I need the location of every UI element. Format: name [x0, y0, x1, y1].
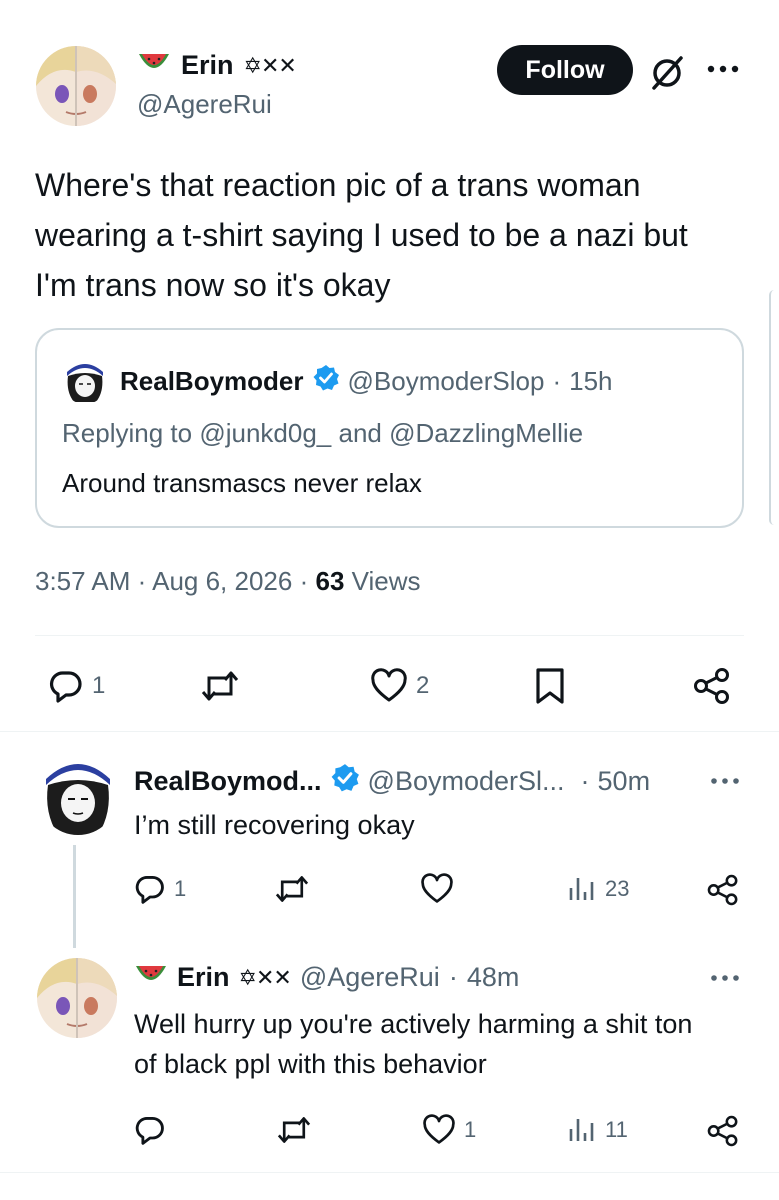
- like-button[interactable]: 2: [370, 668, 429, 704]
- more-icon[interactable]: [710, 774, 740, 792]
- like-button[interactable]: 1: [422, 1114, 476, 1146]
- verified-badge-icon: [330, 763, 360, 800]
- tweet-text-line: Where's that reaction pic of a trans wom…: [35, 167, 641, 203]
- views-icon: [567, 1115, 597, 1145]
- replying-to-user[interactable]: @junkd0g_: [199, 418, 331, 448]
- quote-handle[interactable]: @BoymoderSlop: [348, 366, 545, 397]
- views-count: 23: [605, 876, 630, 901]
- share-button[interactable]: [706, 873, 740, 907]
- author-flair: ✡︎✕✕: [238, 964, 292, 990]
- scrollbar[interactable]: [769, 290, 779, 525]
- reply-text-line: of black ppl with this behavior: [134, 1049, 487, 1079]
- reply-icon: [134, 1114, 166, 1146]
- reply-author-name[interactable]: RealBoymod...: [134, 766, 322, 797]
- tweet-time[interactable]: 3:57 AM: [35, 566, 130, 596]
- watermelon-emoji: [134, 962, 168, 993]
- divider: [0, 1172, 779, 1173]
- reply-header: RealBoymod... @BoymoderSl... · 50m: [134, 763, 650, 800]
- author-handle[interactable]: @AgereRui: [137, 89, 272, 120]
- reply-author-name[interactable]: Erin: [177, 962, 230, 993]
- separator-dot: ·: [552, 366, 562, 396]
- views-count: 11: [605, 1117, 628, 1142]
- reply-avatar-realboymoder[interactable]: [38, 755, 118, 835]
- repost-button[interactable]: [200, 668, 248, 704]
- quote-author-name[interactable]: RealBoymoder: [120, 366, 304, 397]
- repost-icon: [200, 668, 240, 704]
- like-icon: [422, 1114, 456, 1146]
- reply-button[interactable]: 1: [48, 668, 105, 704]
- tweet-meta: 3:57 AM · Aug 6, 2026 · 63 Views: [35, 566, 421, 597]
- quote-replying-to: Replying to @junkd0g_ and @DazzlingMelli…: [62, 418, 583, 449]
- share-button[interactable]: [706, 1114, 740, 1148]
- views-icon: [567, 874, 597, 904]
- author-flair: ✡︎✕✕: [243, 52, 297, 78]
- reply-avatar-erin[interactable]: [37, 958, 117, 1038]
- more-icon[interactable]: [706, 62, 740, 81]
- reply-header: Erin ✡︎✕✕ @AgereRui · 48m: [134, 962, 519, 993]
- reply-handle[interactable]: @BoymoderSl...: [368, 766, 565, 797]
- separator-dot: ·: [299, 566, 309, 596]
- separator-dot: ·: [448, 962, 458, 992]
- author-header: Erin ✡︎✕✕: [137, 50, 297, 81]
- quote-tweet[interactable]: RealBoymoder @BoymoderSlop · 15h Replyin…: [35, 328, 744, 528]
- repost-button[interactable]: [276, 1114, 312, 1146]
- watermelon-emoji: [137, 52, 171, 79]
- like-icon: [370, 668, 408, 704]
- like-count: 2: [416, 672, 430, 699]
- more-icon[interactable]: [710, 971, 740, 989]
- reply-icon: [134, 873, 166, 905]
- repost-button[interactable]: [274, 873, 310, 905]
- like-count: 1: [464, 1117, 477, 1142]
- quote-header: RealBoymoder @BoymoderSlop · 15h: [120, 364, 613, 399]
- quote-text: Around transmascs never relax: [62, 468, 422, 498]
- bookmark-icon: [533, 666, 567, 706]
- tweet-text-line: wearing a t-shirt saying I used to be a …: [35, 217, 688, 253]
- separator-dot: ·: [137, 566, 147, 596]
- tweet-text-line: I'm trans now so it's okay: [35, 267, 391, 303]
- reply-icon: [48, 668, 84, 704]
- views-button[interactable]: 23: [567, 874, 629, 904]
- views-button[interactable]: 11: [567, 1115, 628, 1145]
- grok-icon[interactable]: [648, 54, 686, 97]
- tweet-text: Where's that reaction pic of a trans wom…: [35, 160, 688, 310]
- reply-time[interactable]: 48m: [467, 962, 520, 993]
- replying-prefix: Replying to: [62, 418, 193, 448]
- reply-text: I’m still recovering okay: [134, 810, 415, 840]
- tweet-date[interactable]: Aug 6, 2026: [152, 566, 292, 596]
- verified-badge-icon: [312, 364, 340, 399]
- share-icon: [706, 1114, 740, 1148]
- follow-button[interactable]: Follow: [497, 45, 633, 95]
- quote-avatar[interactable]: [62, 358, 108, 404]
- avatar-erin[interactable]: [36, 46, 116, 126]
- reply-button[interactable]: 1: [134, 873, 186, 905]
- reply-time[interactable]: 50m: [598, 766, 651, 797]
- reply-count: 1: [92, 672, 106, 699]
- repost-icon: [274, 873, 310, 905]
- reply-button[interactable]: [134, 1114, 174, 1146]
- views-count: 63: [315, 566, 345, 596]
- like-icon: [420, 873, 454, 905]
- divider: [0, 731, 779, 732]
- reply-count: 1: [174, 876, 187, 901]
- bookmark-button[interactable]: [533, 666, 567, 706]
- separator-dot: ·: [580, 766, 590, 796]
- divider: [35, 635, 744, 636]
- share-button[interactable]: [692, 666, 732, 706]
- author-name[interactable]: Erin: [181, 50, 234, 81]
- replying-and: and: [338, 418, 382, 448]
- views-label: Views: [351, 566, 421, 596]
- quote-time[interactable]: 15h: [569, 366, 612, 397]
- share-icon: [706, 873, 740, 907]
- reply-text: Well hurry up you're actively harming a …: [134, 1004, 692, 1084]
- replying-to-user[interactable]: @DazzlingMellie: [389, 418, 583, 448]
- share-icon: [692, 666, 732, 706]
- repost-icon: [276, 1114, 312, 1146]
- reply-text-line: Well hurry up you're actively harming a …: [134, 1009, 693, 1039]
- reply-handle[interactable]: @AgereRui: [300, 962, 440, 993]
- like-button[interactable]: [420, 873, 462, 905]
- thread-line: [73, 845, 76, 948]
